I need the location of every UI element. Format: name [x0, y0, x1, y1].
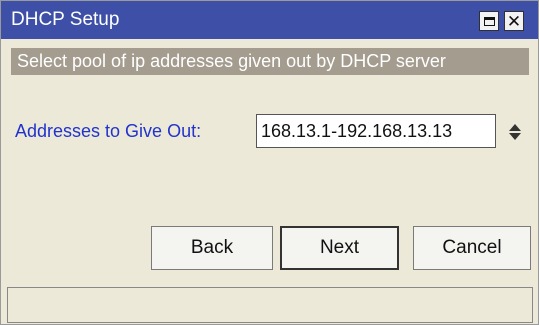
addresses-spinner[interactable]	[506, 118, 524, 146]
instruction-banner: Select pool of ip addresses given out by…	[11, 48, 529, 75]
back-button[interactable]: Back	[151, 226, 273, 270]
cancel-button[interactable]: Cancel	[413, 226, 531, 270]
maximize-button[interactable]	[479, 11, 499, 31]
addresses-input[interactable]	[256, 114, 496, 148]
title-bar[interactable]: DHCP Setup ✕	[1, 1, 538, 39]
addresses-label: Addresses to Give Out:	[15, 121, 202, 141]
spin-down-icon[interactable]	[509, 133, 521, 140]
maximize-icon	[483, 16, 495, 26]
next-button[interactable]: Next	[280, 226, 399, 270]
close-icon: ✕	[506, 11, 522, 31]
status-bar	[7, 287, 533, 323]
spin-up-icon[interactable]	[509, 124, 521, 131]
close-button[interactable]: ✕	[504, 11, 524, 31]
dhcp-setup-window: DHCP Setup ✕ Select pool of ip addresses…	[0, 0, 539, 325]
window-title: DHCP Setup	[11, 9, 120, 30]
